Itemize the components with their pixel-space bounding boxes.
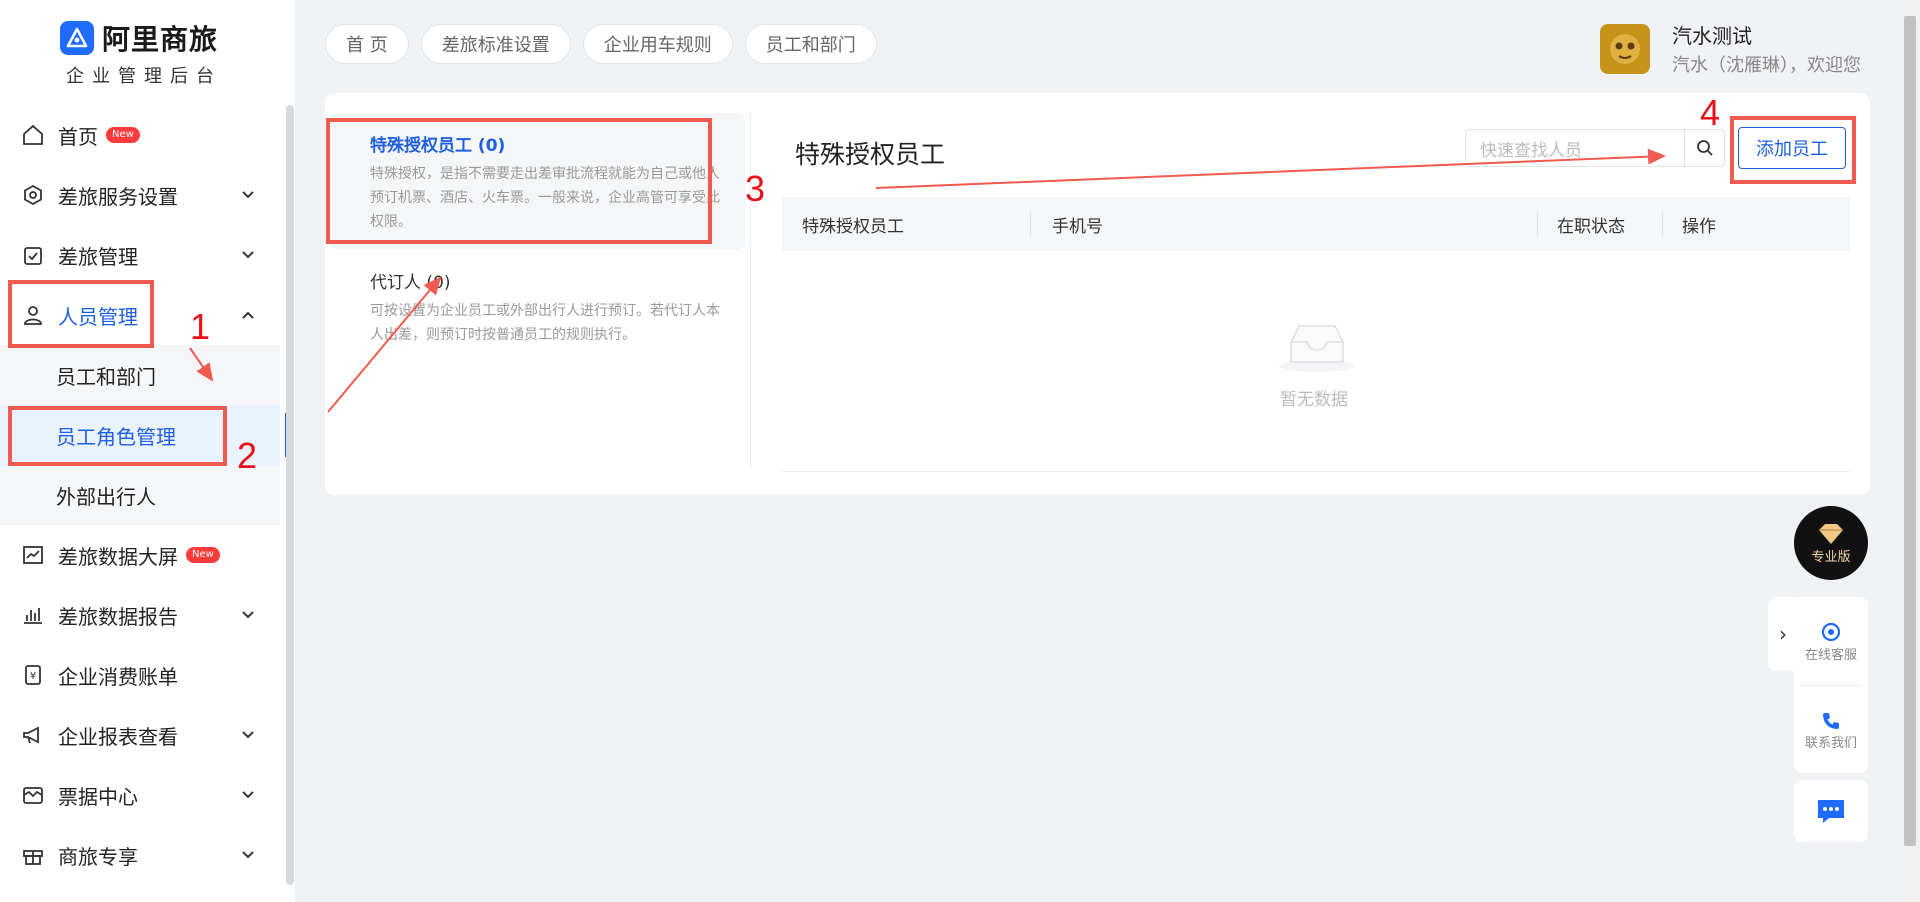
sidebar-item-consumption-bill[interactable]: ¥ 企业消费账单	[0, 645, 280, 705]
logo[interactable]: 阿里商旅 企业管理后台	[60, 18, 260, 88]
sidebar-item-travel-service-settings[interactable]: 差旅服务设置	[0, 165, 280, 225]
sidebar-item-report-view[interactable]: 企业报表查看	[0, 705, 280, 765]
tab-home[interactable]: 首 页	[325, 24, 409, 64]
chevron-right-icon: ›	[1779, 622, 1787, 646]
chevron-down-icon	[242, 791, 254, 799]
sidebar-item-home[interactable]: 首页 New	[0, 105, 280, 165]
user-welcome: 汽水（沈雁琳），欢迎您	[1672, 55, 1861, 76]
column-header: 在职状态	[1557, 216, 1625, 237]
sidebar-item-invoice-center[interactable]: 票据中心	[0, 765, 280, 825]
bar-chart-icon	[20, 602, 46, 628]
column-header: 手机号	[1052, 216, 1103, 237]
diamond-icon	[1819, 523, 1843, 544]
tab-employees-departments[interactable]: 员工和部门	[744, 24, 877, 64]
chevron-down-icon	[242, 251, 254, 259]
logo-subtitle: 企业管理后台	[66, 66, 222, 87]
gift-icon	[20, 842, 46, 868]
panel-title: 特殊授权员工	[795, 140, 946, 169]
sidebar-item-label: 员工和部门	[56, 364, 156, 389]
table-bottom-line	[782, 471, 1850, 472]
chevron-down-icon	[242, 851, 254, 859]
bill-icon: ¥	[20, 662, 46, 688]
column-divider	[1030, 212, 1031, 236]
new-badge: New	[106, 127, 140, 143]
column-divider	[1662, 212, 1663, 236]
chevron-down-icon	[242, 731, 254, 739]
sidebar-item-business-exclusive[interactable]: 商旅专享	[0, 825, 280, 885]
contact-us-button[interactable]: 联系我们	[1794, 686, 1868, 774]
pro-label: 专业版	[1811, 549, 1851, 565]
tab-travel-standards[interactable]: 差旅标准设置	[420, 24, 571, 64]
search-placeholder: 快速查找人员	[1480, 140, 1582, 161]
sidebar-subitem-employees-departments[interactable]: 员工和部门	[0, 345, 280, 405]
calendar-check-icon	[20, 242, 46, 268]
annotation-number: 1	[190, 306, 211, 347]
sidebar-item-label: 企业消费账单	[58, 664, 178, 689]
sidebar-item-label: 差旅数据报告	[58, 604, 178, 629]
chevron-down-icon	[242, 191, 254, 199]
phone-icon	[1823, 712, 1839, 729]
annotation-number: 4	[1700, 92, 1721, 133]
sidebar-item-label: 商旅专享	[58, 844, 138, 869]
search-input[interactable]: 快速查找人员	[1465, 129, 1725, 167]
sidebar-menu: 首页 New 差旅服务设置 差旅管理 人员管理 员工和部门 员工角色管理 外部出…	[0, 105, 288, 885]
pro-edition-badge[interactable]: 专业版	[1794, 506, 1868, 580]
annotation-number: 3	[745, 168, 766, 209]
chat-icon	[1818, 800, 1844, 823]
empty-text: 暂无数据	[1280, 390, 1348, 410]
chevron-up-icon	[242, 311, 254, 319]
new-badge: New	[186, 547, 220, 563]
search-icon[interactable]	[1684, 130, 1724, 166]
user-info[interactable]: 汽水测试 汽水（沈雁琳），欢迎您	[1600, 20, 1861, 77]
sidebar-item-label: 外部出行人	[56, 484, 156, 509]
role-description: 可按设置为企业员工或外部出行人进行预订。若代订人本人出差，则预订时按普通员工的规…	[370, 303, 720, 343]
chevron-down-icon	[242, 611, 254, 619]
invoice-icon	[20, 782, 46, 808]
tab-car-rules[interactable]: 企业用车规则	[582, 24, 733, 64]
annotation-box-special-role	[326, 118, 712, 244]
sidebar-item-label: 票据中心	[58, 784, 138, 809]
sidebar-item-label: 企业报表查看	[58, 724, 178, 749]
sidebar-item-label: 差旅数据大屏	[58, 544, 178, 569]
breadcrumb: 首 页 差旅标准设置 企业用车规则 员工和部门	[325, 24, 877, 64]
sidebar-item-data-report[interactable]: 差旅数据报告	[0, 585, 280, 645]
avatar[interactable]	[1600, 23, 1650, 74]
contact-label: 联系我们	[1804, 735, 1857, 751]
annotation-number: 2	[237, 435, 258, 476]
sidebar-scrollbar[interactable]	[286, 105, 294, 885]
megaphone-icon	[20, 722, 46, 748]
svg-text:¥: ¥	[30, 671, 36, 682]
divider	[750, 113, 751, 468]
sidebar-item-label: 差旅服务设置	[58, 184, 178, 209]
column-header: 操作	[1682, 216, 1716, 237]
page-scrollbar[interactable]	[1900, 0, 1920, 902]
user-name: 汽水测试	[1672, 24, 1752, 48]
logo-mark-icon	[60, 21, 94, 55]
line-chart-icon	[20, 542, 46, 568]
online-service-button[interactable]: 在线客服	[1794, 597, 1868, 685]
headset-icon	[1821, 622, 1841, 641]
role-booking-agent[interactable]: 代订人 (0) 可按设置为企业员工或外部出行人进行预订。若代订人本人出差，则预订…	[330, 250, 745, 363]
settings-icon	[20, 182, 46, 208]
table-header: 特殊授权员工 手机号 在职状态 操作	[782, 197, 1850, 251]
home-icon	[20, 122, 46, 148]
sidebar-item-travel-management[interactable]: 差旅管理	[0, 225, 280, 285]
logo-title: 阿里商旅	[102, 23, 219, 56]
empty-inbox-icon	[1279, 325, 1355, 372]
column-header: 特殊授权员工	[802, 216, 904, 237]
sidebar-item-data-screen[interactable]: 差旅数据大屏 New	[0, 525, 280, 585]
sidebar-item-label: 差旅管理	[58, 244, 138, 269]
sidebar-item-label: 首页	[58, 124, 98, 149]
column-divider	[1537, 212, 1538, 236]
annotation-box-roles	[8, 406, 227, 466]
chat-button[interactable]	[1794, 780, 1868, 842]
annotation-box-personnel	[8, 280, 154, 348]
support-panel: 在线客服 联系我们	[1794, 597, 1868, 773]
scrollbar-thumb[interactable]	[1904, 16, 1916, 846]
role-title: 代订人 (0)	[370, 273, 451, 293]
service-label: 在线客服	[1804, 647, 1857, 663]
annotation-box-add-button	[1730, 116, 1856, 184]
